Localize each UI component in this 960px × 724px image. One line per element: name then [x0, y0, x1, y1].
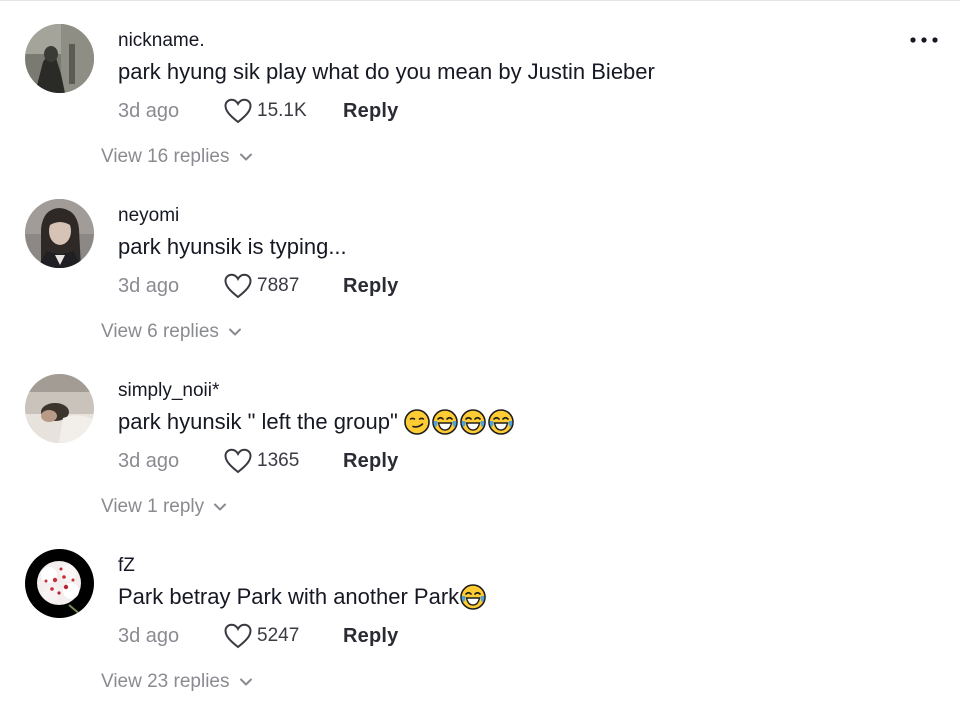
face-with-tears-of-joy-icon: [460, 584, 486, 610]
comment-item: neyomi park hyunsik is typing... 3d ago …: [0, 199, 960, 374]
reply-button[interactable]: Reply: [343, 275, 398, 298]
like-button[interactable]: 1365: [223, 447, 343, 475]
view-replies-label: View 1 reply: [101, 496, 205, 517]
comment-meta: 3d ago 1365 Reply: [118, 446, 398, 476]
timestamp: 3d ago: [118, 624, 180, 647]
timestamp: 3d ago: [118, 274, 180, 297]
comment-item: nickname. park hyung sik play what do yo…: [0, 24, 960, 199]
face-with-tears-of-joy-icon: [487, 409, 514, 435]
face-with-tears-of-joy-icon: [431, 409, 458, 435]
reply-button[interactable]: Reply: [343, 100, 398, 123]
top-divider: [0, 0, 960, 5]
comment-meta: 3d ago 7887 Reply: [118, 271, 398, 301]
comment-text: park hyung sik play what do you mean by …: [118, 59, 655, 85]
view-replies-label: View 23 replies: [101, 671, 230, 692]
view-replies-button[interactable]: View 23 replies: [101, 671, 254, 693]
username[interactable]: nickname.: [118, 30, 205, 52]
emoji-group: [460, 584, 486, 610]
chevron-down-icon: [238, 674, 254, 690]
avatar[interactable]: [25, 24, 94, 93]
avatar-flower-image: [25, 549, 94, 618]
heart-icon[interactable]: [223, 622, 253, 650]
view-replies-label: View 6 replies: [101, 321, 219, 342]
view-replies-button[interactable]: View 6 replies: [101, 321, 243, 343]
heart-icon[interactable]: [223, 272, 253, 300]
reply-button[interactable]: Reply: [343, 625, 398, 648]
timestamp: 3d ago: [118, 449, 180, 472]
like-count: 7887: [257, 275, 300, 296]
like-count: 15.1K: [257, 100, 307, 121]
like-button[interactable]: 7887: [223, 272, 343, 300]
emoji-group: [403, 409, 514, 435]
heart-icon[interactable]: [223, 447, 253, 475]
view-replies-button[interactable]: View 1 reply: [101, 496, 228, 518]
comment-meta: 3d ago 5247 Reply: [118, 621, 398, 651]
comment-text-content: park hyunsik is typing...: [118, 234, 347, 259]
comment-text-content: park hyung sik play what do you mean by …: [118, 59, 655, 84]
comment-text-content: Park betray Park with another Park: [118, 584, 460, 609]
avatar-dark-figure-image: [25, 24, 94, 93]
chevron-down-icon: [227, 324, 243, 340]
avatar[interactable]: [25, 374, 94, 443]
heart-icon[interactable]: [223, 97, 253, 125]
comment-text-content: park hyunsik " left the group": [118, 409, 398, 434]
view-replies-label: View 16 replies: [101, 146, 230, 167]
avatar[interactable]: [25, 549, 94, 618]
view-replies-button[interactable]: View 16 replies: [101, 146, 254, 168]
username[interactable]: simply_noii*: [118, 380, 219, 402]
username[interactable]: neyomi: [118, 205, 179, 227]
comment-text: park hyunsik is typing...: [118, 234, 347, 260]
chevron-down-icon: [238, 149, 254, 165]
like-count: 5247: [257, 625, 300, 646]
like-count: 1365: [257, 450, 300, 471]
comment-meta: 3d ago 15.1K Reply: [118, 96, 398, 126]
smirking-face-icon: [403, 409, 430, 435]
like-button[interactable]: 5247: [223, 622, 343, 650]
comment-text: park hyunsik " left the group": [118, 409, 514, 435]
chevron-down-icon: [212, 499, 228, 515]
avatar-girl-portrait-image: [25, 199, 94, 268]
comment-text: Park betray Park with another Park: [118, 584, 486, 610]
reply-button[interactable]: Reply: [343, 450, 398, 473]
timestamp: 3d ago: [118, 99, 180, 122]
comment-item: simply_noii* park hyunsik " left the gro…: [0, 374, 960, 549]
comment-item: fZ Park betray Park with another Park 3d…: [0, 549, 960, 724]
username[interactable]: fZ: [118, 555, 135, 577]
avatar-sleeping-person-image: [25, 374, 94, 443]
like-button[interactable]: 15.1K: [223, 97, 343, 125]
avatar[interactable]: [25, 199, 94, 268]
face-with-tears-of-joy-icon: [459, 409, 486, 435]
